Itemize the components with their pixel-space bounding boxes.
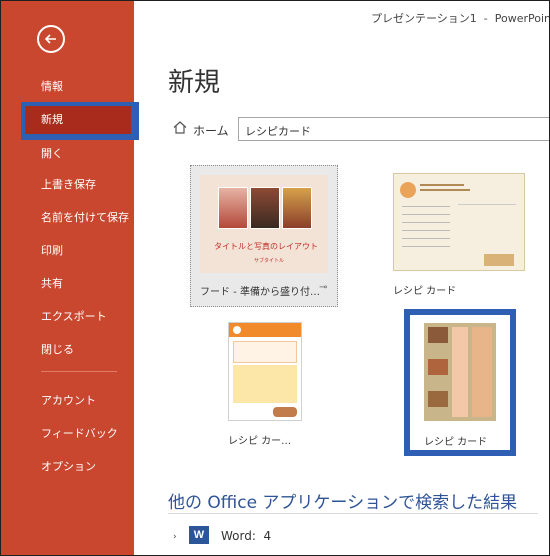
nav-item-export[interactable]: エクスポート — [41, 310, 107, 324]
nav-item-save-as[interactable]: 名前を付けて保存 — [41, 211, 129, 225]
nav-item-close[interactable]: 閉じる — [41, 343, 74, 357]
nav-item-options[interactable]: オプション — [41, 460, 96, 474]
back-button[interactable] — [37, 25, 65, 53]
back-arrow-icon — [44, 34, 56, 44]
nav-divider — [41, 371, 117, 372]
backstage-sidebar: 情報 新規 開く 上書き保存 名前を付けて保存 印刷 共有 エクスポート 閉じる… — [1, 1, 139, 555]
template-thumbnail-recipe-card-1[interactable] — [393, 173, 525, 271]
nav-item-new[interactable]: 新規 — [41, 113, 63, 127]
thumbnail-caption: タイトルと写真のレイアウト — [214, 242, 318, 251]
nav-item-info[interactable]: 情報 — [41, 80, 63, 94]
nav-selected-highlight — [21, 102, 139, 140]
food-photo — [250, 187, 280, 229]
other-apps-results-heading: 他の Office アプリケーションで検索した結果 — [168, 493, 518, 513]
word-result-link[interactable]: Word: 4 — [221, 529, 271, 543]
home-link[interactable]: ホーム — [193, 122, 229, 139]
expand-caret-icon[interactable]: › — [173, 532, 177, 542]
template-tile-recipe-card-3[interactable]: レシピ カード — [404, 309, 516, 456]
food-photo — [282, 187, 312, 229]
template-label: レシピ カード — [424, 437, 488, 448]
template-search-input[interactable]: レシピカード — [238, 117, 549, 141]
thumbnail-decoration — [400, 182, 416, 198]
template-thumbnail-food: タイトルと写真のレイアウト サブタイトル — [200, 175, 328, 273]
template-thumbnail-recipe-card-3 — [424, 323, 496, 421]
home-icon[interactable] — [173, 121, 187, 134]
template-thumbnail-recipe-card-2[interactable] — [228, 322, 302, 421]
result-count: 4 — [263, 529, 272, 543]
nav-item-account[interactable]: アカウント — [41, 394, 96, 408]
page-title: 新規 — [168, 68, 221, 98]
pin-icon[interactable]: ⊸ — [319, 282, 327, 293]
template-label: フード - 準備から盛り付… — [200, 287, 320, 298]
template-tile-food[interactable]: タイトルと写真のレイアウト サブタイトル フード - 準備から盛り付… ⊸ — [190, 165, 338, 307]
thumbnail-subtitle: サブタイトル — [254, 258, 285, 264]
nav-item-print[interactable]: 印刷 — [41, 244, 63, 258]
section-divider — [168, 513, 538, 514]
window-title: プレゼンテーション1 - PowerPoint — [371, 12, 550, 25]
nav-item-open[interactable]: 開く — [41, 147, 63, 161]
nav-item-save[interactable]: 上書き保存 — [41, 178, 96, 192]
template-label: レシピ カー… — [228, 436, 292, 447]
nav-item-share[interactable]: 共有 — [41, 277, 63, 291]
backstage-view: 情報 新規 開く 上書き保存 名前を付けて保存 印刷 共有 エクスポート 閉じる… — [0, 0, 550, 556]
word-icon[interactable]: W — [189, 526, 209, 544]
result-app-name: Word — [221, 529, 252, 543]
food-photo — [218, 187, 248, 229]
nav-item-feedback[interactable]: フィードバック — [41, 427, 118, 441]
template-label: レシピ カード — [393, 286, 457, 297]
